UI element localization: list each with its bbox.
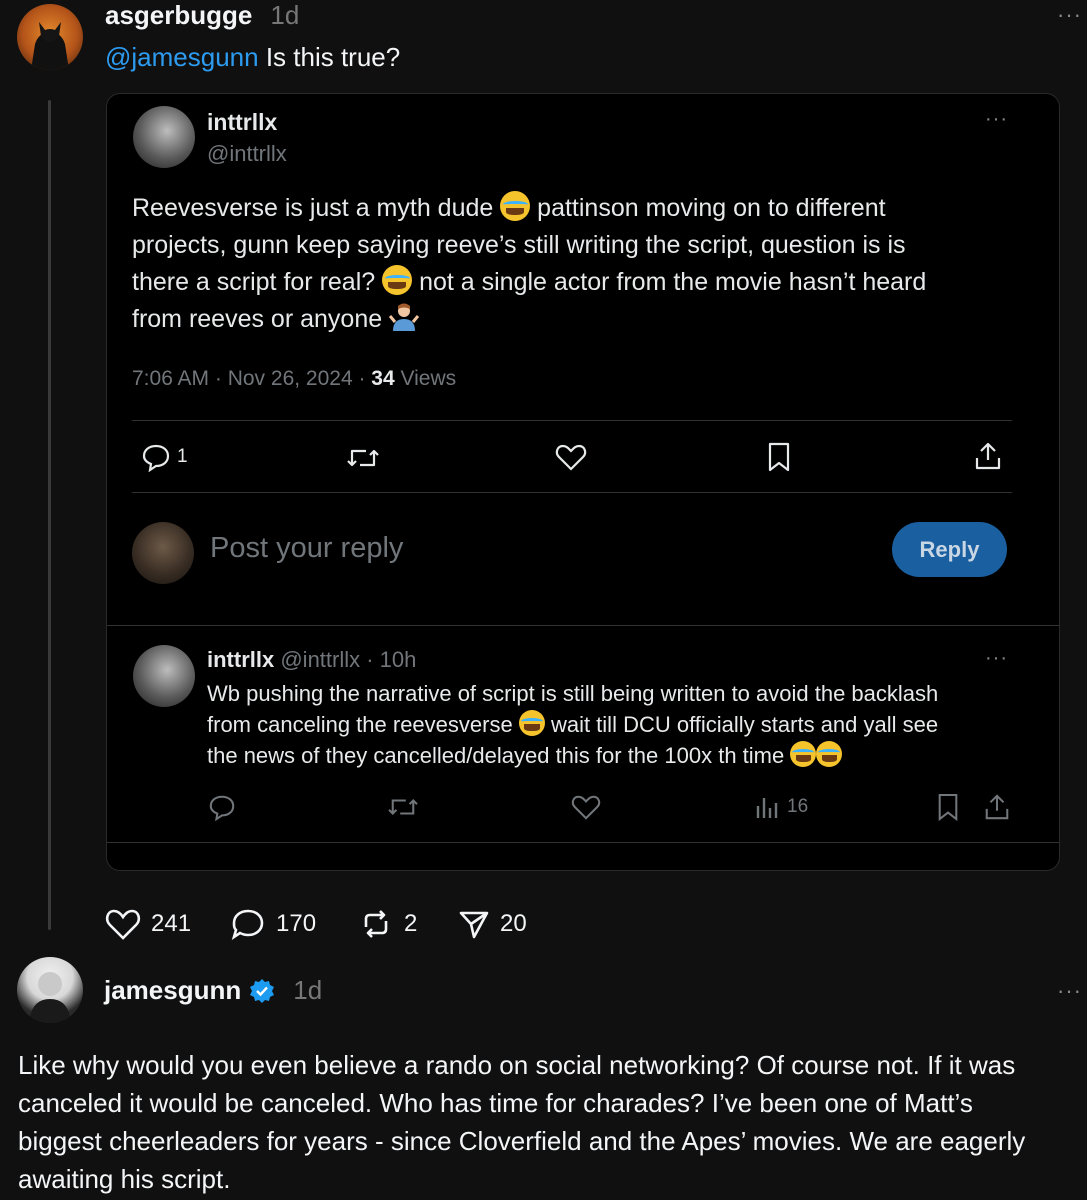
retweet-icon [347,449,379,467]
laughing-emoji-icon [382,265,413,295]
reply-bookmark-icon [938,793,958,822]
laughing-emoji-icon [790,741,817,767]
person-shrugging-emoji-icon [388,302,420,332]
share-button[interactable]: 20 [458,907,527,941]
comment-count: 170 [276,910,317,937]
comment-button[interactable]: 170 [230,907,316,941]
reply-body: Wb pushing the narrative of script is st… [207,681,939,768]
verified-badge-icon [250,978,275,1003]
embed-more-icon: ··· [985,108,1008,130]
post-username[interactable]: asgerbugge [105,0,252,31]
reply-more-icon: ··· [985,647,1008,669]
thread-line [48,100,51,930]
post-time: 1d [270,0,300,30]
avatar-jamesgunn[interactable] [17,957,83,1023]
reply-share-icon [985,794,1009,820]
share-count: 20 [500,910,527,937]
reply-button: Reply [892,522,1007,577]
like-count: 241 [151,910,192,937]
reply-retweet-icon [388,799,418,815]
repost-icon [364,910,388,938]
reply-post-time: 1d [293,975,323,1005]
reply-avatar [133,645,195,707]
reply-comment-icon [209,795,235,821]
comment-icon [231,909,264,941]
embed-avatar [133,106,195,168]
post-text: @jamesgunn Is this true? [105,42,401,72]
reply-post-text: Like why would you even believe a rando … [18,1050,1026,1194]
reply-post-username[interactable]: jamesgunn [104,975,241,1006]
comment-icon [142,444,170,472]
reply-post-more-icon[interactable]: ··· [1057,978,1082,1004]
batman-avatar-icon [31,22,69,70]
post-more-icon[interactable]: ··· [1057,2,1082,28]
views-icon [756,798,778,818]
composer-avatar [132,522,194,584]
laughing-emoji-icon [518,710,545,736]
bookmark-icon [768,442,790,472]
embed-meta: 7:06 AM · Nov 26, 2024 · 34 Views [132,367,457,390]
send-icon [459,911,489,939]
reply-heart-icon [571,795,601,820]
heart-icon [105,909,141,940]
embed-body: Reevesverse is just a myth dude pattinso… [132,190,1032,338]
heart-icon [555,444,587,471]
embed-name: inttrllx [207,109,278,135]
reply-header: inttrllx @inttrllx · 10h [207,647,417,672]
embedded-screenshot: inttrllx @inttrllx ··· Reevesverse is ju… [106,93,1060,871]
share-icon [975,442,1001,470]
laughing-emoji-icon [500,191,531,221]
mention-link[interactable]: @jamesgunn [105,42,259,72]
like-button[interactable]: 241 [105,907,191,941]
embed-handle: @inttrllx [207,141,287,166]
reply-input: Post your reply [210,532,404,564]
laughing-emoji-icon [816,741,843,767]
repost-count: 2 [404,910,418,937]
person-avatar-icon [29,972,71,1023]
embed-reply-action: 1 [141,442,188,472]
repost-button[interactable]: 2 [358,907,417,941]
reply-views: 16 [755,794,808,820]
avatar-asgerbugge[interactable] [17,4,83,70]
